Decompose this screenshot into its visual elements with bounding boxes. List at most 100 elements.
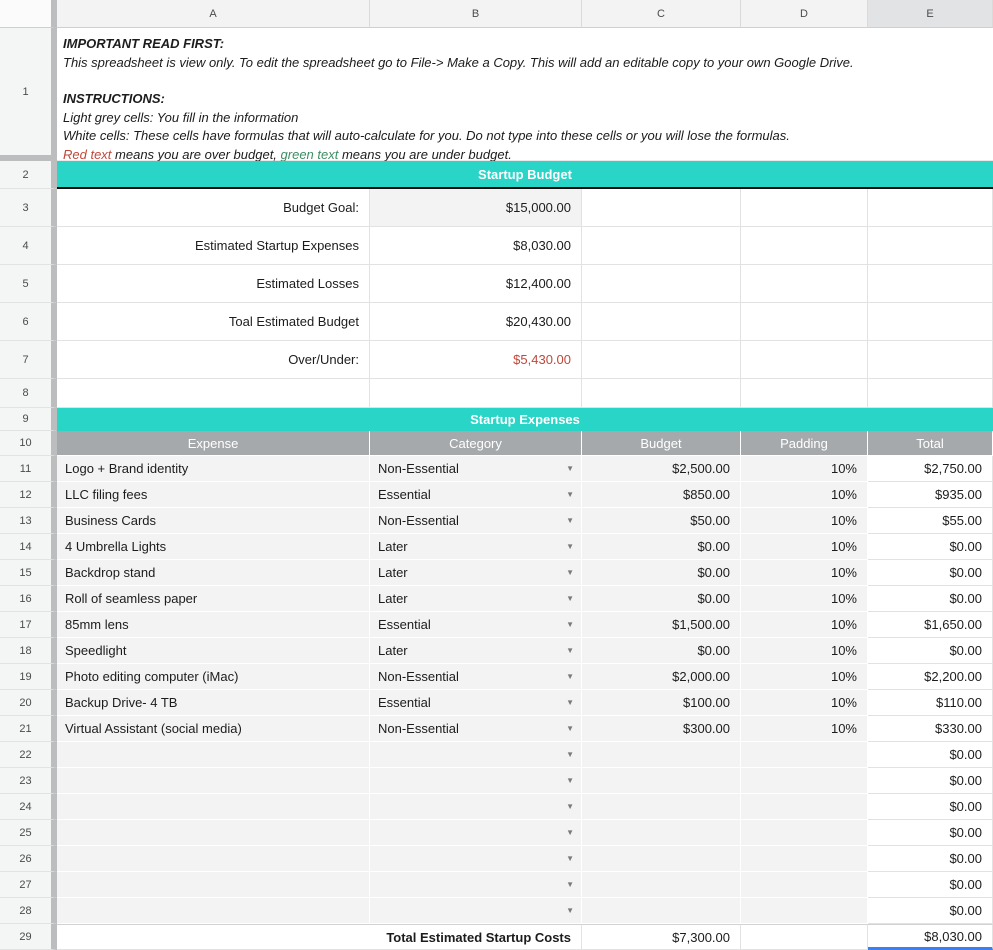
- empty-cell[interactable]: [370, 379, 582, 408]
- row-header-8[interactable]: 8: [0, 379, 57, 408]
- column-header-b[interactable]: B: [370, 0, 582, 28]
- empty-cell[interactable]: [57, 379, 370, 408]
- dropdown-arrow-icon[interactable]: ▼: [566, 516, 574, 524]
- row-header-29[interactable]: 29: [0, 924, 57, 950]
- budget-value-cell[interactable]: [582, 898, 741, 924]
- row-header[interactable]: 27: [0, 872, 57, 898]
- empty-cell[interactable]: [868, 303, 993, 341]
- row-header[interactable]: 24: [0, 794, 57, 820]
- row-header[interactable]: 25: [0, 820, 57, 846]
- padding-value-cell[interactable]: [741, 846, 868, 872]
- category-dropdown-cell[interactable]: Essential ▼: [370, 612, 582, 638]
- dropdown-arrow-icon[interactable]: ▼: [566, 464, 574, 472]
- empty-cell[interactable]: [582, 341, 741, 379]
- expense-name-cell[interactable]: Photo editing computer (iMac): [57, 664, 370, 690]
- padding-value-cell[interactable]: 10%: [741, 664, 868, 690]
- budget-value-cell[interactable]: [582, 820, 741, 846]
- row-header[interactable]: 4: [0, 227, 57, 265]
- row-header[interactable]: 3: [0, 189, 57, 227]
- row-header[interactable]: 19: [0, 664, 57, 690]
- padding-value-cell[interactable]: [741, 794, 868, 820]
- expense-name-cell[interactable]: 85mm lens: [57, 612, 370, 638]
- row-header-1[interactable]: 1: [0, 28, 57, 161]
- budget-section-title[interactable]: Startup Budget: [57, 161, 993, 189]
- category-dropdown-cell[interactable]: ▼: [370, 794, 582, 820]
- empty-cell[interactable]: [868, 227, 993, 265]
- padding-value-cell[interactable]: 10%: [741, 482, 868, 508]
- budget-value-cell[interactable]: [582, 872, 741, 898]
- row-header[interactable]: 6: [0, 303, 57, 341]
- notes-cell[interactable]: IMPORTANT READ FIRST: This spreadsheet i…: [57, 28, 993, 161]
- row-header[interactable]: 11: [0, 456, 57, 482]
- empty-cell[interactable]: [741, 265, 868, 303]
- budget-label-cell[interactable]: Toal Estimated Budget: [57, 303, 370, 341]
- budget-value-cell[interactable]: [582, 846, 741, 872]
- row-header[interactable]: 20: [0, 690, 57, 716]
- row-header[interactable]: 15: [0, 560, 57, 586]
- row-header[interactable]: 14: [0, 534, 57, 560]
- budget-value-cell[interactable]: $1,500.00: [582, 612, 741, 638]
- category-dropdown-cell[interactable]: Non-Essential ▼: [370, 664, 582, 690]
- budget-label-cell[interactable]: Budget Goal:: [57, 189, 370, 227]
- padding-value-cell[interactable]: 10%: [741, 612, 868, 638]
- total-value-cell[interactable]: $0.00: [868, 820, 993, 846]
- row-header[interactable]: 26: [0, 846, 57, 872]
- budget-value-cell[interactable]: $0.00: [582, 638, 741, 664]
- empty-cell[interactable]: [582, 189, 741, 227]
- column-header-e[interactable]: E: [868, 0, 993, 28]
- category-dropdown-cell[interactable]: ▼: [370, 768, 582, 794]
- row-header[interactable]: 13: [0, 508, 57, 534]
- category-column-label[interactable]: Category: [370, 431, 582, 456]
- budget-label-cell[interactable]: Over/Under:: [57, 341, 370, 379]
- expense-name-cell[interactable]: Business Cards: [57, 508, 370, 534]
- row-header[interactable]: 22: [0, 742, 57, 768]
- category-dropdown-cell[interactable]: Later ▼: [370, 586, 582, 612]
- empty-cell[interactable]: [868, 189, 993, 227]
- row-header[interactable]: 17: [0, 612, 57, 638]
- dropdown-arrow-icon[interactable]: ▼: [566, 854, 574, 862]
- category-dropdown-cell[interactable]: Later ▼: [370, 534, 582, 560]
- padding-value-cell[interactable]: [741, 820, 868, 846]
- total-value-cell[interactable]: $0.00: [868, 794, 993, 820]
- dropdown-arrow-icon[interactable]: ▼: [566, 750, 574, 758]
- budget-value-cell[interactable]: [582, 742, 741, 768]
- total-value-cell[interactable]: $55.00: [868, 508, 993, 534]
- row-header[interactable]: 28: [0, 898, 57, 924]
- expense-name-cell[interactable]: Backdrop stand: [57, 560, 370, 586]
- expense-name-cell[interactable]: [57, 742, 370, 768]
- padding-value-cell[interactable]: [741, 742, 868, 768]
- empty-cell[interactable]: [868, 265, 993, 303]
- category-dropdown-cell[interactable]: ▼: [370, 820, 582, 846]
- category-dropdown-cell[interactable]: Later ▼: [370, 638, 582, 664]
- budget-value-cell[interactable]: $2,000.00: [582, 664, 741, 690]
- dropdown-arrow-icon[interactable]: ▼: [566, 620, 574, 628]
- empty-cell[interactable]: [741, 379, 868, 408]
- dropdown-arrow-icon[interactable]: ▼: [566, 594, 574, 602]
- budget-value-cell[interactable]: $2,500.00: [582, 456, 741, 482]
- expense-name-cell[interactable]: Virtual Assistant (social media): [57, 716, 370, 742]
- budget-value-cell[interactable]: [582, 768, 741, 794]
- totals-label-cell[interactable]: Total Estimated Startup Costs: [57, 924, 582, 950]
- dropdown-arrow-icon[interactable]: ▼: [566, 776, 574, 784]
- expense-name-cell[interactable]: LLC filing fees: [57, 482, 370, 508]
- totals-padding-cell[interactable]: [741, 924, 868, 950]
- row-header[interactable]: 16: [0, 586, 57, 612]
- padding-value-cell[interactable]: [741, 872, 868, 898]
- padding-value-cell[interactable]: 10%: [741, 716, 868, 742]
- total-value-cell[interactable]: $0.00: [868, 768, 993, 794]
- empty-cell[interactable]: [582, 379, 741, 408]
- totals-budget-cell[interactable]: $7,300.00: [582, 924, 741, 950]
- budget-value-cell[interactable]: $15,000.00: [370, 189, 582, 227]
- totals-total-cell[interactable]: $8,030.00: [868, 924, 993, 950]
- padding-value-cell[interactable]: [741, 898, 868, 924]
- total-value-cell[interactable]: $0.00: [868, 534, 993, 560]
- expense-name-cell[interactable]: Logo + Brand identity: [57, 456, 370, 482]
- dropdown-arrow-icon[interactable]: ▼: [566, 724, 574, 732]
- padding-value-cell[interactable]: 10%: [741, 690, 868, 716]
- empty-cell[interactable]: [582, 303, 741, 341]
- total-value-cell[interactable]: $0.00: [868, 872, 993, 898]
- padding-value-cell[interactable]: 10%: [741, 456, 868, 482]
- total-value-cell[interactable]: $110.00: [868, 690, 993, 716]
- empty-cell[interactable]: [741, 227, 868, 265]
- expense-name-cell[interactable]: [57, 872, 370, 898]
